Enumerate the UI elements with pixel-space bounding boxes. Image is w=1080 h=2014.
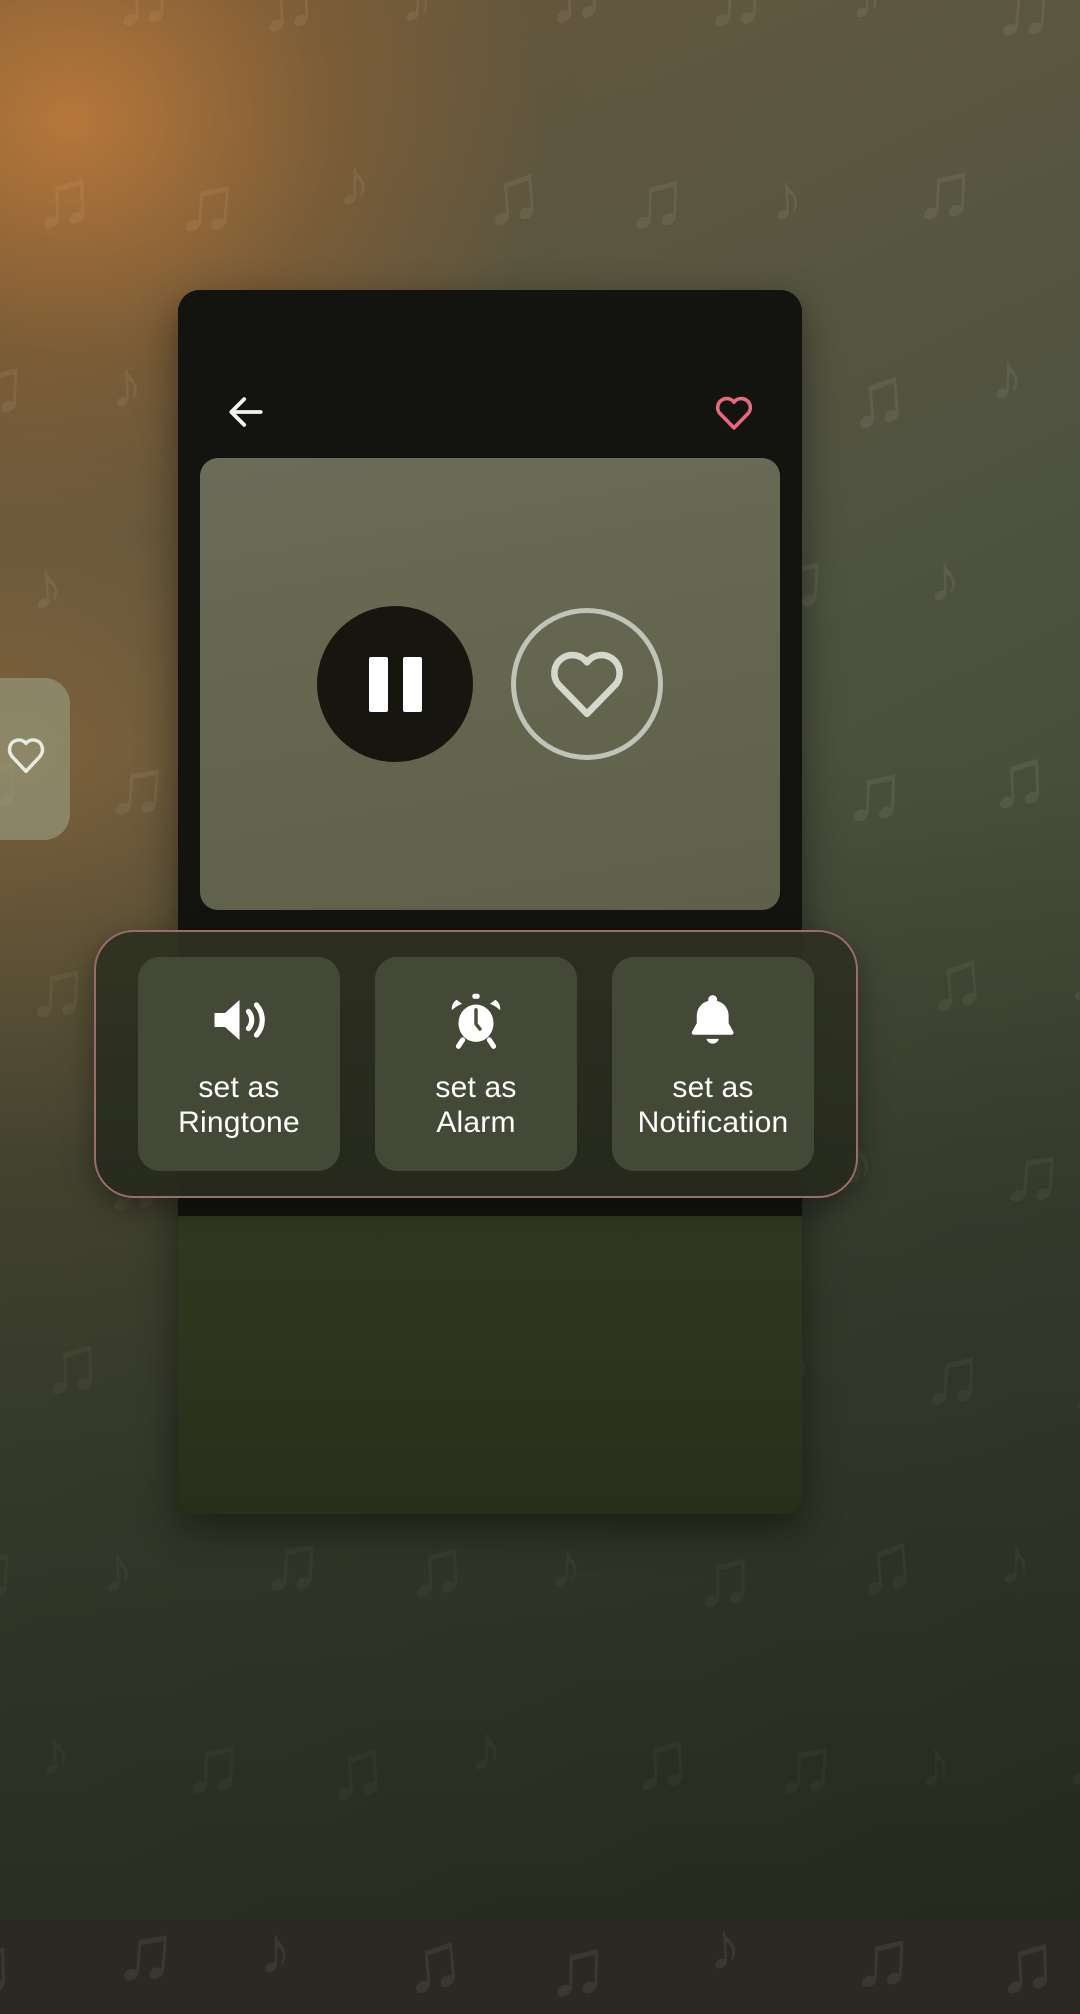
album-favorite-button[interactable] bbox=[511, 608, 663, 760]
music-note-icon: ♪ bbox=[547, 1531, 585, 1600]
music-note-icon: ♫ bbox=[479, 152, 547, 239]
favorite-button[interactable] bbox=[706, 386, 762, 442]
music-note-icon: ♫ bbox=[181, 1723, 244, 1806]
heart-outline-icon bbox=[713, 393, 755, 436]
set-as-actions-panel: set asRingtone set asAlarm set asNotific… bbox=[94, 930, 858, 1198]
music-note-icon: ♪ bbox=[927, 545, 961, 612]
music-note-icon: ♫ bbox=[852, 1521, 920, 1608]
side-favorite-card[interactable] bbox=[0, 678, 70, 840]
music-note-icon: ♪ bbox=[35, 1718, 73, 1787]
music-note-icon: ♪ bbox=[706, 1912, 743, 1980]
music-note-icon: ♪ bbox=[998, 1528, 1032, 1595]
music-note-icon: ♫ bbox=[400, 1920, 468, 2007]
music-note-icon: ♫ bbox=[0, 1925, 16, 2008]
set-as-ringtone-button[interactable]: set asRingtone bbox=[138, 957, 340, 1171]
music-note-icon: ♫ bbox=[629, 1719, 694, 1804]
back-button[interactable] bbox=[218, 386, 274, 442]
play-pause-button[interactable] bbox=[317, 606, 473, 762]
music-note-icon: ♪ bbox=[990, 343, 1024, 410]
music-note-icon: ♫ bbox=[104, 744, 172, 831]
music-note-icon: ♪ bbox=[918, 1730, 952, 1797]
music-note-icon: ♫ bbox=[40, 1323, 103, 1406]
music-note-icon: ♪ bbox=[109, 350, 145, 417]
music-note-icon: ♫ bbox=[986, 737, 1051, 822]
music-note-icon: ♫ bbox=[999, 1131, 1067, 1218]
heart-outline-icon bbox=[4, 735, 48, 784]
music-note-icon: ♫ bbox=[920, 1334, 985, 1419]
music-note-icon: ♪ bbox=[338, 149, 371, 215]
music-note-icon: ♫ bbox=[25, 947, 90, 1032]
music-note-icon: ♫ bbox=[323, 1727, 390, 1813]
arrow-left-icon bbox=[224, 390, 268, 439]
pause-bar-right bbox=[403, 657, 422, 712]
music-note-icon: ♫ bbox=[842, 751, 907, 836]
album-art bbox=[200, 458, 780, 910]
music-note-icon: ♪ bbox=[849, 0, 883, 28]
music-note-icon: ♪ bbox=[768, 163, 805, 231]
music-note-icon: ♫ bbox=[922, 938, 990, 1025]
music-note-icon: ♫ bbox=[0, 1530, 20, 1615]
music-note-icon: ♪ bbox=[27, 552, 65, 621]
music-note-icon: ♫ bbox=[625, 158, 688, 241]
music-note-icon: ♫ bbox=[991, 0, 1059, 51]
player-card-lower-area bbox=[178, 1216, 802, 1514]
music-note-icon: ♫ bbox=[32, 157, 95, 240]
music-note-icon: ♫ bbox=[850, 1917, 915, 2002]
music-note-icon: ♫ bbox=[1069, 548, 1080, 635]
player-header bbox=[178, 290, 802, 458]
alarm-clock-icon bbox=[446, 988, 506, 1052]
tile-label: set asAlarm bbox=[435, 1070, 516, 1141]
pause-bar-left bbox=[369, 657, 388, 712]
music-note-icon: ♫ bbox=[112, 0, 175, 39]
volume-up-icon bbox=[207, 988, 272, 1052]
music-note-icon: ♫ bbox=[543, 0, 608, 35]
music-note-icon: ♪ bbox=[1068, 945, 1080, 1012]
music-note-icon: ♫ bbox=[0, 345, 29, 430]
heart-outline-icon bbox=[545, 644, 629, 725]
set-as-alarm-button[interactable]: set asAlarm bbox=[375, 957, 577, 1171]
tile-label: set asRingtone bbox=[178, 1070, 300, 1141]
music-note-icon: ♫ bbox=[772, 1723, 839, 1809]
music-note-icon: ♫ bbox=[694, 1537, 756, 1619]
music-note-icon: ♫ bbox=[912, 149, 977, 234]
music-note-icon: ♪ bbox=[100, 1535, 136, 1602]
music-note-icon: ♫ bbox=[703, 0, 770, 41]
pause-icon bbox=[369, 657, 422, 712]
music-note-icon: ♫ bbox=[1060, 1714, 1080, 1801]
music-note-icon: ♫ bbox=[546, 1926, 609, 2009]
music-note-icon: ♫ bbox=[844, 355, 912, 442]
set-as-notification-button[interactable]: set asNotification bbox=[612, 957, 814, 1171]
music-note-icon: ♫ bbox=[254, 0, 321, 45]
music-note-icon: ♫ bbox=[259, 1520, 326, 1606]
music-note-icon: ♪ bbox=[400, 0, 436, 33]
bell-icon bbox=[685, 988, 740, 1052]
music-note-icon: ♫ bbox=[994, 1922, 1059, 2007]
music-note-icon: ♫ bbox=[1073, 154, 1080, 239]
music-note-icon: ♪ bbox=[469, 1714, 505, 1781]
music-note-icon: ♫ bbox=[112, 1910, 180, 1997]
tile-label: set asNotification bbox=[638, 1070, 789, 1141]
music-note-icon: ♪ bbox=[259, 1917, 292, 1983]
music-note-icon: ♫ bbox=[1064, 1339, 1080, 1424]
music-note-icon: ♫ bbox=[405, 1526, 468, 1609]
player-card bbox=[178, 290, 802, 1514]
music-note-icon: ♫ bbox=[174, 161, 242, 248]
